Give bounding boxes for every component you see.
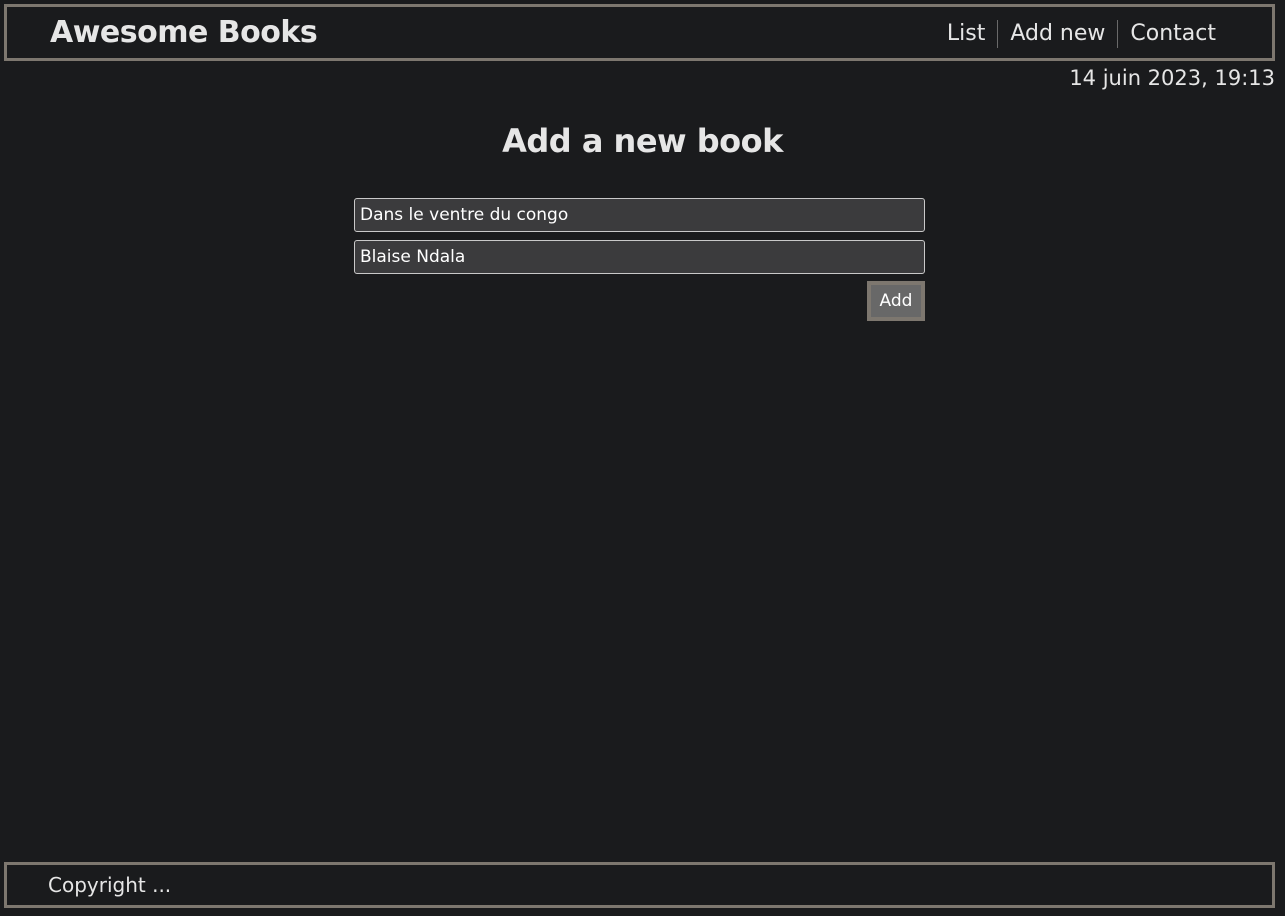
add-button[interactable]: Add xyxy=(867,281,925,321)
main-nav: List Add new Contact xyxy=(935,20,1228,48)
brand-logo[interactable]: Awesome Books xyxy=(50,15,318,50)
page-title: Add a new book xyxy=(502,122,783,160)
site-footer: Copyright ... xyxy=(4,862,1275,908)
form-actions: Add xyxy=(354,281,925,321)
book-title-input[interactable] xyxy=(354,198,925,232)
nav-link-contact[interactable]: Contact xyxy=(1117,20,1228,48)
current-datetime: 14 juin 2023, 19:13 xyxy=(1069,66,1275,90)
copyright-text: Copyright ... xyxy=(48,873,172,897)
nav-link-list[interactable]: List xyxy=(935,20,997,48)
site-header: Awesome Books List Add new Contact xyxy=(4,4,1275,61)
book-author-input[interactable] xyxy=(354,240,925,274)
nav-link-add-new[interactable]: Add new xyxy=(997,20,1117,48)
add-book-form: Add xyxy=(354,198,925,321)
